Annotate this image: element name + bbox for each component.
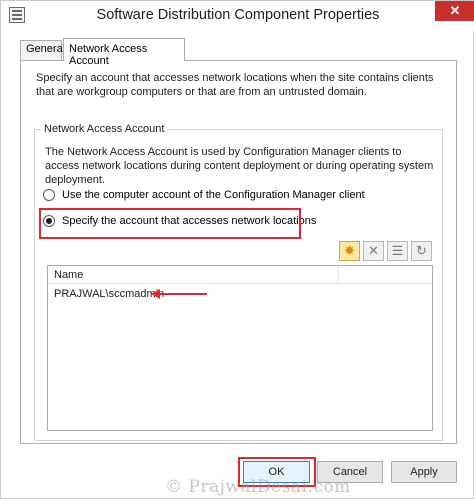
watermark: © PrajwalDesai.com bbox=[165, 477, 351, 497]
list-header: Name bbox=[48, 266, 432, 284]
close-button[interactable]: ✕ bbox=[435, 1, 474, 21]
account-list[interactable]: Name PRAJWAL\sccmadmin bbox=[47, 265, 433, 431]
group-description: The Network Access Account is used by Co… bbox=[45, 146, 434, 186]
list-toolbar: ✸ ✕ ☰ ↻ bbox=[339, 241, 432, 261]
tab-general[interactable]: General bbox=[20, 40, 65, 60]
intro-text: Specify an account that accesses network… bbox=[36, 72, 434, 98]
title-bar: Software Distribution Component Properti… bbox=[1, 1, 474, 31]
radio-label: Use the computer account of the Configur… bbox=[62, 189, 365, 201]
column-header-name[interactable]: Name bbox=[54, 269, 83, 281]
annotation-arrow-icon bbox=[151, 289, 160, 299]
column-divider[interactable] bbox=[338, 266, 339, 284]
annotation-arrow-line bbox=[157, 293, 207, 295]
properties-dialog: Software Distribution Component Properti… bbox=[0, 0, 474, 499]
properties-icon[interactable]: ☰ bbox=[387, 241, 408, 261]
annotation-highlight-box bbox=[39, 208, 301, 239]
group-legend: Network Access Account bbox=[41, 123, 168, 135]
radio-circle[interactable] bbox=[43, 189, 55, 201]
tab-network-access-account[interactable]: Network Access Account bbox=[63, 38, 185, 67]
refresh-icon[interactable]: ↻ bbox=[411, 241, 432, 261]
list-item[interactable]: PRAJWAL\sccmadmin bbox=[54, 288, 164, 300]
radio-use-computer-account[interactable]: Use the computer account of the Configur… bbox=[43, 187, 365, 203]
delete-x-icon[interactable]: ✕ bbox=[363, 241, 384, 261]
apply-button[interactable]: Apply bbox=[391, 461, 457, 483]
new-star-icon[interactable]: ✸ bbox=[339, 241, 360, 261]
window-title: Software Distribution Component Properti… bbox=[96, 7, 380, 23]
